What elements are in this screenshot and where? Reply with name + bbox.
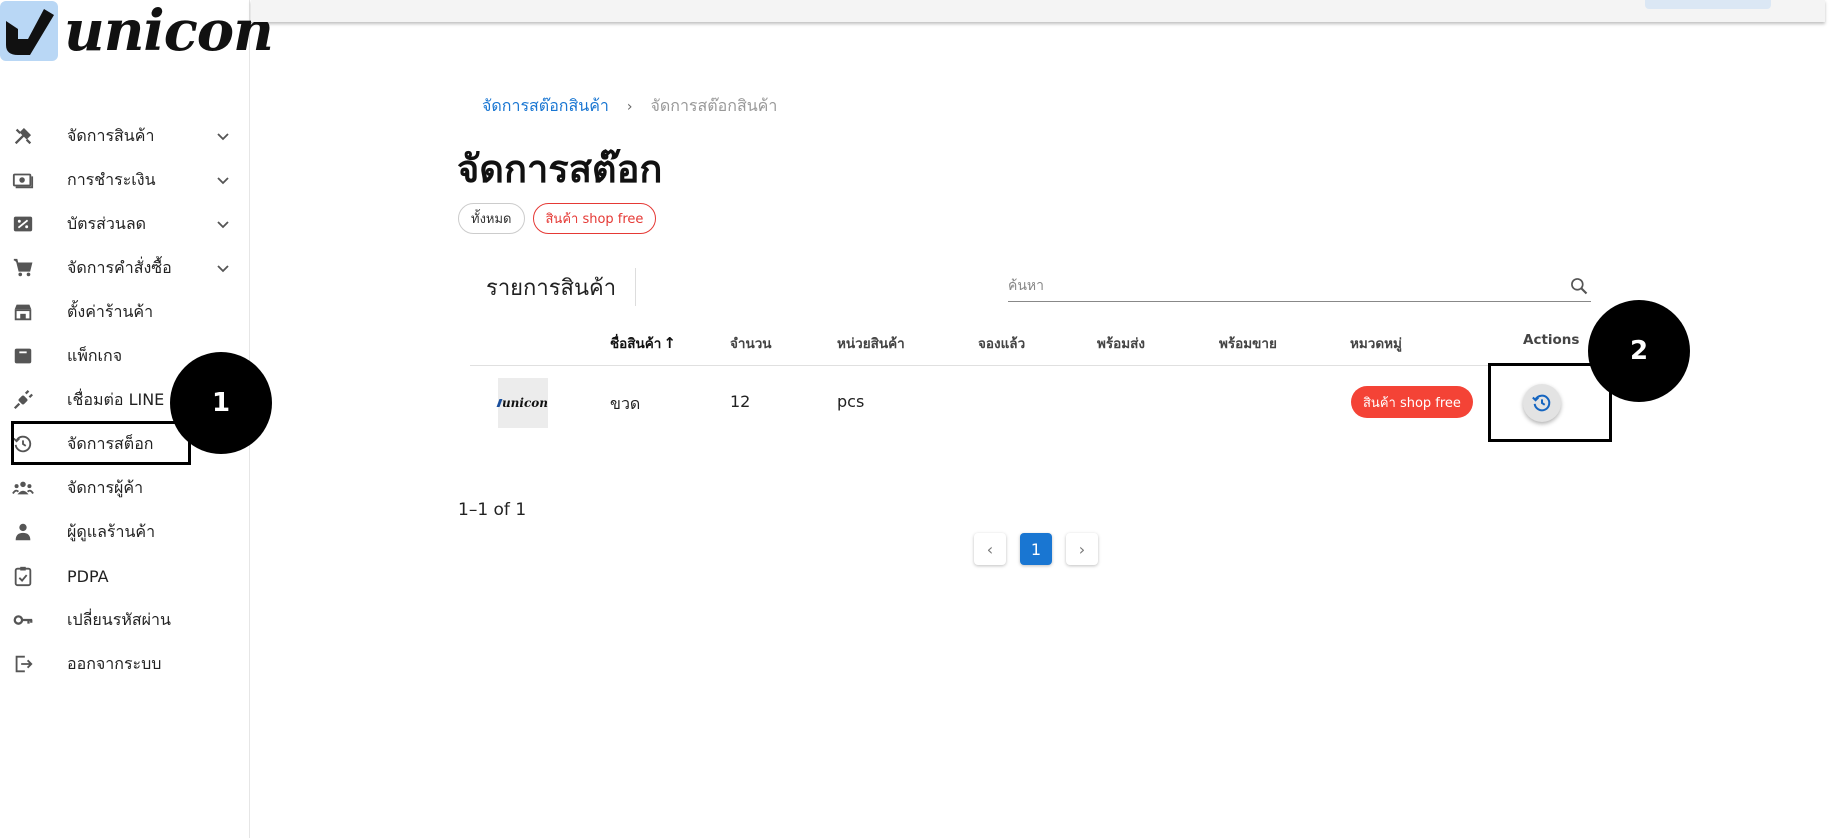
- list-title: รายการสินค้า: [486, 276, 617, 301]
- group-icon: [11, 476, 35, 500]
- clipboard-icon: [11, 564, 35, 588]
- category-badge: สินค้า shop free: [1351, 386, 1473, 418]
- column-header-actions: Actions: [1523, 332, 1580, 348]
- breadcrumb-current: จัดการสต๊อกสินค้า: [650, 96, 778, 115]
- divider: [635, 268, 636, 306]
- sidebar-item-label: ผู้ดูแลร้านค้า: [67, 521, 156, 541]
- cart-icon: [11, 256, 35, 280]
- column-header-label: ชื่อสินค้า: [610, 336, 662, 352]
- step-marker-2: 2: [1588, 300, 1690, 402]
- package-icon: [11, 344, 35, 368]
- column-header-unit[interactable]: หน่วยสินค้า: [837, 332, 905, 354]
- top-bar-button[interactable]: [1645, 0, 1771, 9]
- logo-text: unicon: [64, 0, 274, 64]
- sidebar-item-label: จัดการสินค้า: [67, 125, 155, 145]
- breadcrumb-link[interactable]: จัดการสต๊อกสินค้า: [482, 94, 609, 119]
- sidebar-item-payment[interactable]: การชำระเงิน: [0, 158, 250, 202]
- sidebar-item-orders[interactable]: จัดการคำสั่งซื้อ: [0, 246, 250, 290]
- sidebar-item-label: เปลี่ยนรหัสผ่าน: [67, 609, 171, 629]
- sidebar-item-label: PDPA: [67, 566, 109, 586]
- top-app-bar: [251, 0, 1825, 22]
- sidebar-item-coupons[interactable]: บัตรส่วนลด: [0, 202, 250, 246]
- key-icon: [11, 608, 35, 632]
- chevron-down-icon[interactable]: [214, 127, 232, 145]
- column-header-name[interactable]: ชื่อสินค้า ↑: [610, 332, 676, 354]
- table-row: unicon ขวด 12 pcs สินค้า shop free: [470, 366, 1592, 440]
- tools-icon: [11, 124, 35, 148]
- breadcrumb: จัดการสต๊อกสินค้า › จัดการสต๊อกสินค้า: [482, 94, 777, 119]
- logo-mark-icon: [0, 1, 58, 61]
- sidebar-item-products[interactable]: จัดการสินค้า: [0, 114, 250, 158]
- thumbnail-text: unicon: [501, 396, 548, 410]
- pagination-info: 1–1 of 1: [458, 500, 527, 520]
- column-header-ready-sell[interactable]: พร้อมขาย: [1219, 332, 1277, 354]
- column-header-category[interactable]: หมวดหมู่: [1350, 332, 1402, 354]
- column-header-ready-ship[interactable]: พร้อมส่ง: [1097, 332, 1145, 354]
- page-title: จัดการสต๊อก: [457, 147, 663, 191]
- sidebar-item-label: จัดการผู้ค้า: [67, 477, 144, 497]
- sidebar-item-label: แพ็กเกจ: [67, 345, 123, 365]
- logo[interactable]: unicon: [0, 0, 274, 64]
- chevron-down-icon[interactable]: [214, 171, 232, 189]
- filter-chips: ทั้งหมด สินค้า shop free: [458, 203, 657, 234]
- column-header-reserved[interactable]: จองแล้ว: [978, 332, 1025, 354]
- next-page-button[interactable]: ›: [1066, 533, 1098, 565]
- column-header-qty[interactable]: จำนวน: [730, 332, 772, 354]
- sidebar-item-logout[interactable]: ออกจากระบบ: [0, 642, 250, 686]
- filter-chip-shop-free[interactable]: สินค้า shop free: [532, 203, 657, 234]
- plug-icon: [11, 388, 35, 412]
- chevron-down-icon[interactable]: [214, 215, 232, 233]
- sidebar-item-store-settings[interactable]: ตั้งค่าร้านค้า: [0, 290, 250, 334]
- store-icon: [11, 300, 35, 324]
- highlight-box-stock: [11, 421, 191, 465]
- logout-icon: [11, 652, 35, 676]
- chevron-down-icon[interactable]: [214, 259, 232, 277]
- search-input[interactable]: [1008, 272, 1548, 300]
- payment-icon: [11, 168, 35, 192]
- sidebar-item-label: ตั้งค่าร้านค้า: [67, 301, 154, 321]
- search-field: [1008, 272, 1591, 302]
- sidebar-item-store-admin[interactable]: ผู้ดูแลร้านค้า: [0, 510, 250, 554]
- sidebar-item-label: เชื่อมต่อ LINE: [67, 389, 165, 409]
- table-header: ชื่อสินค้า ↑ จำนวน หน่วยสินค้า จองแล้ว พร…: [470, 328, 1592, 366]
- sidebar-item-label: บัตรส่วนลด: [67, 213, 147, 233]
- search-icon[interactable]: [1569, 276, 1589, 296]
- cell-name: ขวด: [610, 394, 641, 413]
- page-button-1[interactable]: 1: [1020, 533, 1052, 565]
- sidebar-item-vendors[interactable]: จัดการผู้ค้า: [0, 466, 250, 510]
- sidebar-item-label: การชำระเงิน: [67, 169, 156, 189]
- sort-arrow-icon: ↑: [663, 334, 676, 352]
- sidebar-item-label: ออกจากระบบ: [67, 653, 162, 673]
- product-thumbnail: unicon: [496, 378, 548, 428]
- step-marker-1: 1: [170, 352, 272, 454]
- sidebar-item-pdpa[interactable]: PDPA: [0, 554, 250, 598]
- prev-page-button[interactable]: ‹: [974, 533, 1006, 565]
- breadcrumb-separator: ›: [626, 98, 633, 115]
- sidebar-item-label: จัดการคำสั่งซื้อ: [67, 257, 172, 277]
- sidebar-item-change-password[interactable]: เปลี่ยนรหัสผ่าน: [0, 598, 250, 642]
- filter-chip-all[interactable]: ทั้งหมด: [458, 203, 525, 234]
- discount-icon: [11, 212, 35, 236]
- pagination: ‹ 1 ›: [974, 533, 1098, 565]
- cell-qty: 12: [730, 392, 751, 411]
- person-icon: [11, 520, 35, 544]
- cell-unit: pcs: [837, 392, 865, 411]
